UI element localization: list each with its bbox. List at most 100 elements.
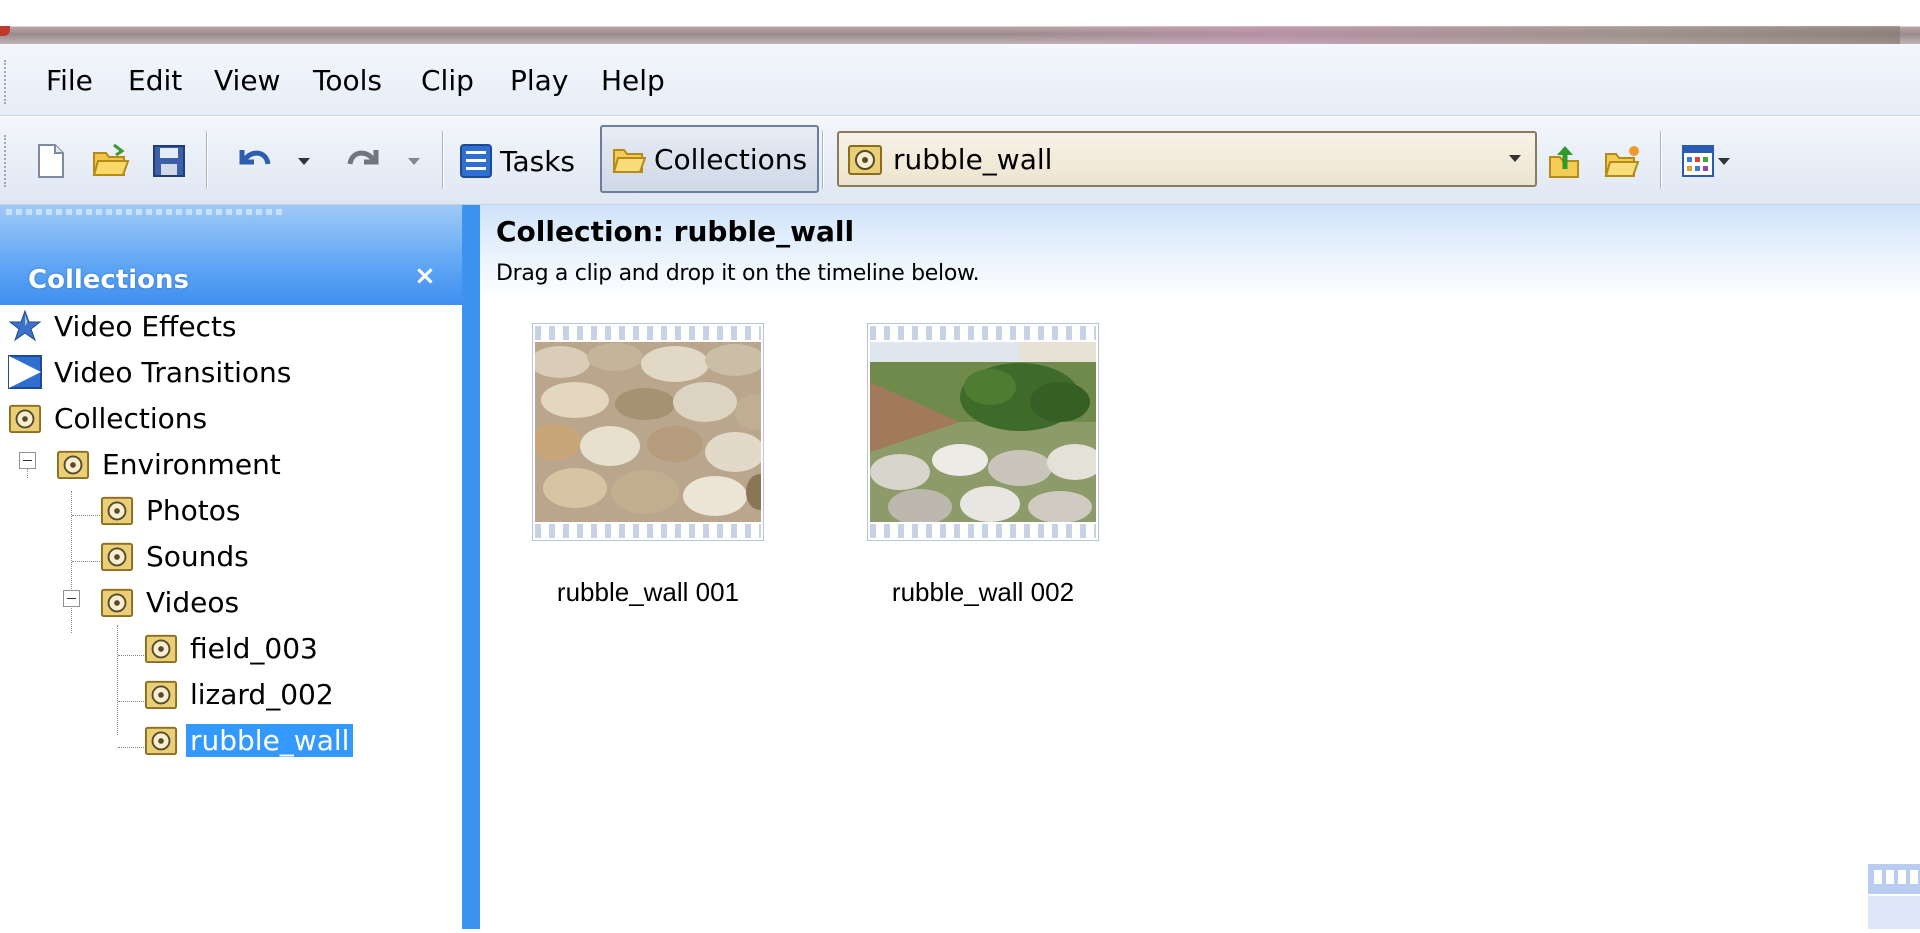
redo-dropdown[interactable] [408,133,420,189]
tree-item-sounds[interactable]: Sounds [100,535,253,577]
collection-folder-icon [101,588,133,618]
collection-folder-icon [57,450,89,480]
tasks-button[interactable]: Tasks [460,133,575,189]
tree-connector [118,701,144,702]
undo-dropdown[interactable] [298,133,310,189]
tree-item-environment[interactable]: Environment [56,443,285,485]
collection-folder-icon [9,404,41,434]
tree-connector [72,515,102,516]
tree-item-video-effects[interactable]: Video Effects [8,305,241,347]
menu-help[interactable]: Help [601,64,665,97]
views-button[interactable] [1682,133,1730,189]
new-collection-button[interactable] [1604,133,1642,189]
tree-item-lizard-002[interactable]: lizard_002 [144,673,338,715]
collection-folder-icon [145,680,177,710]
open-project-button[interactable] [92,133,130,189]
tree-connector [117,625,118,735]
folder-up-icon [1549,146,1579,178]
toolbar-separator [442,131,444,189]
menu-bar: File Edit View Tools Clip Play Help [0,44,1920,116]
tree-item-field-003[interactable]: field_003 [144,627,322,669]
tree-item-label: Video Transitions [54,355,292,389]
clip-tile[interactable]: rubble_wall 001 [532,323,764,608]
tree-connector [118,655,144,656]
clip-label: rubble_wall 002 [891,577,1075,607]
menu-play[interactable]: Play [510,64,568,97]
collections-pane-header: Collections × [0,251,462,305]
collapse-environment-toggle[interactable] [19,452,36,469]
tree-item-label: Sounds [146,539,249,573]
content-header: Collection: rubble_wall Drag a clip and … [480,205,1920,301]
tree-item-label: Photos [146,493,241,527]
collection-title: Collection: rubble_wall [496,215,855,248]
tree-item-videos[interactable]: Videos [100,581,243,623]
toolbar-grip[interactable] [4,135,8,187]
up-one-level-button[interactable] [1548,133,1582,189]
tasks-list-icon [460,144,492,178]
clip-thumbnail [870,342,1096,522]
redo-button[interactable] [344,133,384,189]
menu-file[interactable]: File [46,64,93,97]
folder-icon [612,149,646,173]
film-strip [535,524,761,538]
collection-folder-icon [101,542,133,572]
pane-splitter[interactable] [462,205,480,929]
chevron-down-icon [408,157,420,165]
star-icon [8,309,42,342]
collection-folder-icon [145,634,177,664]
save-project-button[interactable] [152,133,186,189]
clip-label: rubble_wall 001 [556,577,740,607]
menu-clip[interactable]: Clip [421,64,474,97]
save-disk-icon [153,145,185,177]
collection-content: Collection: rubble_wall Drag a clip and … [480,205,1920,929]
menu-tools[interactable]: Tools [313,64,382,97]
menubar-grip[interactable] [4,60,8,104]
pane-grip-dots [6,209,286,215]
thumbnail-view-icon [1682,145,1714,177]
collection-instructions: Drag a clip and drop it on the timeline … [496,261,980,286]
new-folder-icon [1604,146,1640,177]
chevron-down-icon[interactable] [1509,155,1521,162]
menu-view[interactable]: View [214,64,280,97]
tree-item-label: rubble_wall [186,723,354,757]
toolbar-separator [206,131,208,189]
pane-header-grip [0,205,462,251]
clip-thumbnail-frame [867,323,1099,541]
film-strip [870,524,1096,538]
undo-button[interactable] [234,133,274,189]
collections-button[interactable]: Collections [600,125,820,193]
tree-item-label: Videos [146,585,240,619]
collections-pane: Collections × Video Effects Video Transi… [0,205,462,929]
menu-edit[interactable]: Edit [128,64,182,97]
rubble-wall-image [535,342,761,522]
tree-item-photos[interactable]: Photos [100,489,244,531]
chevron-down-icon [1718,157,1730,165]
window-title-strip [0,0,1920,44]
tree-item-rubble-wall[interactable]: rubble_wall [144,719,354,761]
collapse-videos-toggle[interactable] [63,590,80,607]
collection-selector[interactable]: rubble_wall [837,131,1537,187]
rubble-wall-field-image [870,342,1096,522]
app-icon [0,26,10,36]
tree-item-label: Environment [102,447,281,481]
collections-label: Collections [654,142,808,176]
collections-pane-title: Collections [28,265,190,295]
new-project-button[interactable] [36,133,66,189]
tree-item-video-transitions[interactable]: Video Transitions [8,351,295,393]
redo-arrow-icon [347,150,379,165]
tasks-label: Tasks [500,144,576,178]
tree-item-label: Collections [54,401,208,435]
tree-item-label: lizard_002 [190,677,334,711]
clip-tile[interactable]: rubble_wall 002 [867,323,1099,608]
undo-arrow-icon [239,150,271,165]
clip-thumbnail-frame [532,323,764,541]
collection-folder-icon [848,145,882,175]
film-strip [535,326,761,340]
toolbar-separator [1660,131,1662,189]
collection-selector-value: rubble_wall [893,142,1053,176]
new-document-icon [38,144,64,178]
tree-connector [118,747,144,748]
close-icon[interactable]: × [414,261,436,291]
clip-thumbnail [535,342,761,522]
tree-item-collections[interactable]: Collections [8,397,211,439]
